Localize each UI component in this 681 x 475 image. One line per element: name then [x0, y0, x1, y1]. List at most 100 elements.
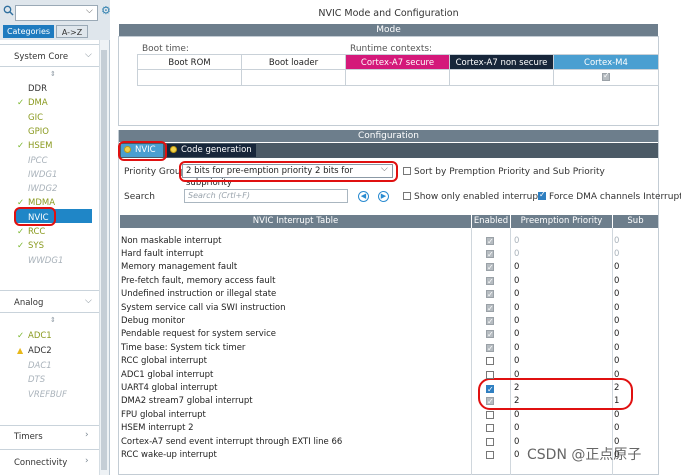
chevron-down-icon[interactable]: ⌵ — [85, 296, 92, 306]
table-row[interactable]: Pendable request for system service 0 0 — [120, 328, 658, 341]
sub-priority[interactable]: 0 — [614, 302, 619, 315]
preemption-priority[interactable]: 0 — [514, 409, 519, 422]
sidebar-item-label: DTS — [28, 375, 46, 386]
table-row[interactable]: RCC global interrupt 0 0 — [120, 355, 658, 368]
sub-priority[interactable]: 0 — [614, 369, 619, 382]
sub-priority[interactable]: 0 — [614, 248, 619, 261]
sidebar-item-dts[interactable]: DTS — [17, 373, 45, 387]
sidebar-item-adc2[interactable]: ▲ ADC2 — [17, 344, 52, 358]
preemption-priority[interactable]: 0 — [514, 302, 519, 315]
sidebar-item-sys[interactable]: ✓ SYS — [17, 239, 44, 253]
show-enabled-label: Show only enabled interrupts — [414, 192, 547, 202]
chevron-right-icon[interactable]: › — [85, 456, 89, 466]
sidebar-item-rcc[interactable]: ✓ RCC — [17, 225, 45, 239]
sub-priority[interactable]: 0 — [614, 288, 619, 301]
sub-priority[interactable]: 0 — [614, 235, 619, 248]
preemption-priority[interactable]: 0 — [514, 328, 519, 341]
sub-priority[interactable]: 0 — [614, 342, 619, 355]
sub-priority[interactable]: 0 — [614, 422, 619, 435]
table-row[interactable]: System service call via SWI instruction 0… — [120, 302, 658, 315]
sidebar-item-dac1[interactable]: DAC1 — [17, 359, 52, 373]
gear-icon[interactable]: ⚙ — [101, 4, 111, 18]
show-enabled-checkbox[interactable] — [403, 192, 411, 202]
sort-checkbox[interactable] — [403, 167, 411, 177]
sidebar-item-gic[interactable]: GIC — [17, 111, 43, 125]
table-row[interactable]: RCC wake-up interrupt 0 0 — [120, 449, 658, 462]
sidebar-item-wwdg1[interactable]: WWDG1 — [17, 254, 63, 268]
category-timers[interactable]: Timers — [14, 432, 43, 442]
table-row[interactable]: FPU global interrupt 0 0 — [120, 409, 658, 422]
tab-a-z[interactable]: A->Z — [56, 25, 88, 38]
sub-priority[interactable]: 0 — [614, 261, 619, 274]
ctx-m4-checkbox[interactable] — [602, 71, 610, 84]
category-analog[interactable]: Analog — [14, 298, 43, 308]
interrupt-search-input[interactable]: Search (Crtl+F) — [184, 189, 348, 203]
sidebar-item-hsem[interactable]: ✓ HSEM — [17, 139, 53, 153]
preemption-priority[interactable]: 0 — [514, 369, 519, 382]
preemption-priority[interactable]: 0 — [514, 261, 519, 274]
sidebar-item-dma[interactable]: ✓ DMA — [17, 96, 48, 110]
category-system-core[interactable]: System Core — [14, 52, 68, 62]
col-subpriority[interactable]: Sub Priority — [613, 215, 658, 239]
search-prev-icon[interactable]: ◀ — [358, 191, 369, 202]
preemption-priority[interactable]: 0 — [514, 275, 519, 288]
sidebar-item-vrefbuf[interactable]: VREFBUF — [17, 388, 67, 402]
col-preemption[interactable]: Preemption Priority — [511, 215, 612, 228]
preemption-priority[interactable]: 0 — [514, 342, 519, 355]
sub-priority[interactable]: 0 — [614, 436, 619, 449]
table-row[interactable]: Cortex-A7 send event interrupt through E… — [120, 436, 658, 449]
sub-priority[interactable]: 0 — [614, 409, 619, 422]
sub-priority[interactable]: 0 — [614, 449, 619, 462]
preemption-priority[interactable]: 0 — [514, 235, 519, 248]
sub-priority[interactable]: 0 — [614, 275, 619, 288]
preemption-priority[interactable]: 0 — [514, 422, 519, 435]
table-row[interactable]: ADC1 global interrupt 0 0 — [120, 369, 658, 382]
col-interrupt[interactable]: NVIC Interrupt Table — [120, 215, 471, 228]
search-next-icon[interactable]: ▶ — [378, 191, 389, 202]
category-connectivity[interactable]: Connectivity — [14, 458, 67, 468]
table-row[interactable]: Pre-fetch fault, memory access fault 0 0 — [120, 275, 658, 288]
sidebar-item-nvic[interactable]: NVIC — [17, 211, 49, 225]
sub-priority[interactable]: 2 — [614, 382, 619, 395]
tab-code-generation[interactable]: Code generation — [167, 144, 256, 157]
table-row[interactable]: Debug monitor 0 0 — [120, 315, 658, 328]
preemption-priority[interactable]: 0 — [514, 315, 519, 328]
sub-priority[interactable]: 0 — [614, 315, 619, 328]
tab-categories[interactable]: Categories — [3, 25, 54, 38]
boot-time-label: Boot time: — [142, 44, 189, 54]
sidebar-item-gpio[interactable]: GPIO — [17, 125, 49, 139]
preemption-priority[interactable]: 0 — [514, 288, 519, 301]
chevron-down-icon[interactable]: ⌵ — [86, 6, 96, 18]
table-row[interactable]: Hard fault interrupt 0 0 — [120, 248, 658, 261]
table-row[interactable]: Non maskable interrupt 0 0 — [120, 235, 658, 248]
table-row[interactable]: Memory management fault 0 0 — [120, 261, 658, 274]
preemption-priority[interactable]: 0 — [514, 355, 519, 368]
mode-cell[interactable] — [346, 70, 450, 86]
table-row[interactable]: HSEM interrupt 2 0 0 — [120, 422, 658, 435]
preemption-priority[interactable]: 2 — [514, 395, 519, 408]
sub-priority[interactable]: 0 — [614, 328, 619, 341]
sidebar-item-ipcc[interactable]: IPCC — [17, 154, 48, 168]
preemption-priority[interactable]: 0 — [514, 436, 519, 449]
col-enabled[interactable]: Enabled — [472, 215, 510, 228]
sidebar-item-mdma[interactable]: ✓ MDMA — [17, 196, 55, 210]
preemption-priority[interactable]: 0 — [514, 449, 519, 462]
preemption-priority[interactable]: 2 — [514, 382, 519, 395]
table-row[interactable]: Undefined instruction or illegal state 0 0 — [120, 288, 658, 301]
sub-priority[interactable]: 1 — [614, 395, 619, 408]
table-row[interactable]: DMA2 stream7 global interrupt 2 1 — [120, 395, 658, 408]
sub-priority[interactable]: 0 — [614, 355, 619, 368]
scrollbar-thumb[interactable] — [101, 50, 107, 470]
force-dma-checkbox[interactable] — [538, 190, 546, 202]
table-row[interactable]: Time base: System tick timer 0 0 — [120, 342, 658, 355]
chevron-right-icon[interactable]: › — [85, 430, 89, 440]
table-row[interactable]: UART4 global interrupt 2 2 — [120, 382, 658, 396]
search-label: Search — [124, 192, 155, 202]
sidebar-item-ddr[interactable]: DDR — [17, 82, 47, 96]
mode-cell[interactable] — [450, 70, 554, 86]
preemption-priority[interactable]: 0 — [514, 248, 519, 261]
chevron-down-icon[interactable]: ⌵ — [85, 50, 92, 60]
sidebar-item-iwdg1[interactable]: IWDG1 — [17, 168, 57, 182]
sidebar-item-adc1[interactable]: ✓ ADC1 — [17, 329, 52, 343]
sidebar-item-iwdg2[interactable]: IWDG2 — [17, 182, 57, 196]
